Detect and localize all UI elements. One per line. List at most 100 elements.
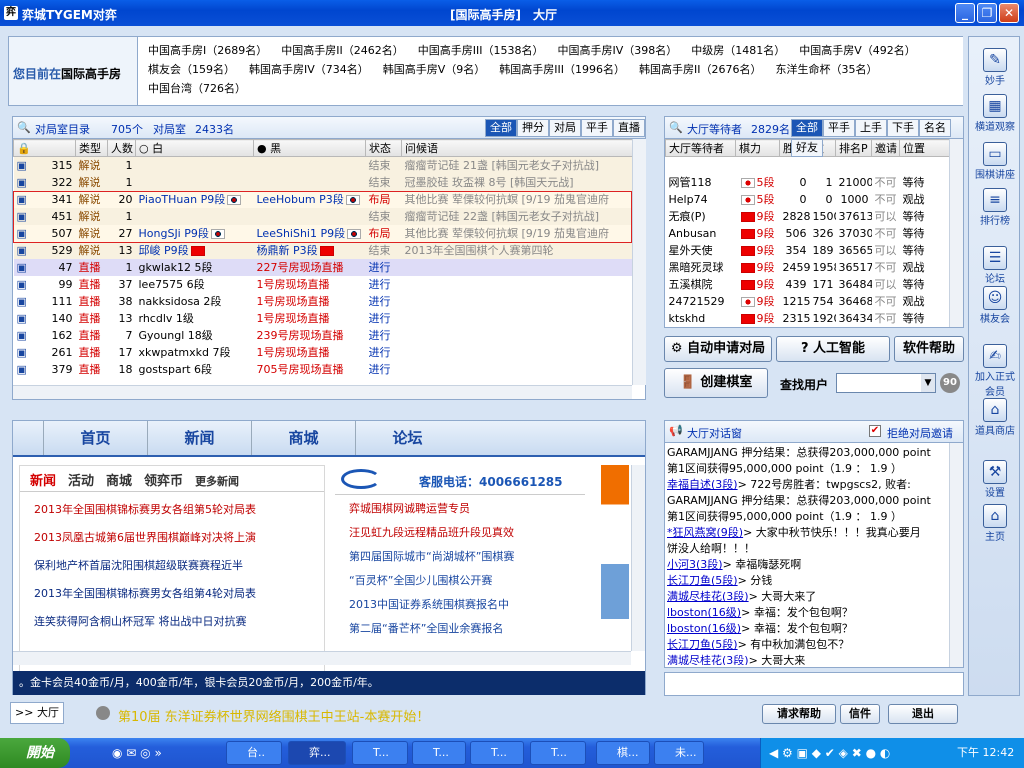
side-lecture-button[interactable]: ▭ 围棋讲座 <box>972 142 1018 181</box>
auto-match-button[interactable]: ⚙ 自动申请对局 <box>664 336 772 362</box>
room-link[interactable]: 东洋生命杯（35名） <box>776 62 878 77</box>
news-nav-item[interactable]: 商城 <box>251 421 355 455</box>
game-row[interactable]: ▣ 261 直播 17 xkwpatmxkd 7段 1号房现场直播 进行 <box>13 343 645 361</box>
chat-username[interactable]: 幸福自述(3段) <box>667 478 738 491</box>
request-help-button[interactable]: 请求帮助 <box>762 704 836 724</box>
game-tab[interactable]: 押分 <box>517 119 549 137</box>
game-row[interactable]: ▣ 162 直播 7 Gyoungl 18级 239号房现场直播 进行 <box>13 326 645 344</box>
waiting-row[interactable]: ktskhd9段2315192036434不可等待 <box>666 310 963 327</box>
game-tab[interactable]: 对局 <box>549 119 581 137</box>
room-link[interactable]: 韩国高手房IV（734名） <box>249 62 369 77</box>
news-link[interactable]: 汪见虹九段远程精品班升段见真效 <box>349 521 571 545</box>
create-room-button[interactable]: 🚪 创建棋室 <box>664 368 768 398</box>
room-link[interactable]: 韩国高手房II（2676名） <box>639 62 761 77</box>
chat-username[interactable]: 满城尽桂花(3段) <box>667 654 749 665</box>
waiting-tab[interactable]: 全部 <box>791 119 823 137</box>
taskbar-task[interactable]: 未... <box>654 741 704 765</box>
news-tab[interactable]: 商城 <box>106 470 132 489</box>
taskbar-task[interactable]: 台.. <box>226 741 282 765</box>
refuse-checkbox[interactable]: ✔ <box>869 425 881 437</box>
tray-icons[interactable]: ◀ ⚙ ▣ ◆ ✔ ◈ ✖ ● ◐ <box>769 738 890 768</box>
game-row[interactable]: ▣ 315 解说 1 结束 瘤瘤苛记硅 21盏 [韩国元老女子对抗战] <box>13 156 645 174</box>
taskbar-task[interactable]: T... <box>470 741 524 765</box>
room-link[interactable]: 中国高手房V（492名） <box>799 43 916 58</box>
room-link[interactable]: 韩国高手房V（9名） <box>383 62 486 77</box>
news-link[interactable]: 弈城围棋网诚聘运营专员 <box>349 497 571 521</box>
ai-button[interactable]: ? 人工智能 <box>776 336 890 362</box>
room-link[interactable]: 韩国高手房III（1996名） <box>499 62 625 77</box>
waiting-row[interactable]: 星外天使 9段 354 189 36565 可以 等待 <box>666 242 963 259</box>
side-board-button[interactable]: ▦ 横道观察 <box>972 94 1018 133</box>
chat-username[interactable]: 长江刀鱼(5段) <box>667 574 738 587</box>
room-link[interactable]: 中国台湾（726名） <box>148 81 246 96</box>
game-row[interactable]: ▣ 322 解说 1 结束 冠墨胶硅 玫盃裸 8号 [韩国天元战] <box>13 173 645 191</box>
waiting-row[interactable]: 24721529 9段 1215 754 36468 不可 观战 <box>666 293 963 310</box>
game-col-header[interactable]: 人数 <box>107 139 136 157</box>
waiting-row[interactable]: 网管118 5段 0 1 21000 不可 等待 <box>666 174 963 191</box>
game-row[interactable]: ▣ 341 解说 20 PiaoTHuan P9段 LeeHobum P3段 布局 其他比赛 … <box>13 190 645 208</box>
taskbar-task[interactable]: T... <box>412 741 466 765</box>
game-row[interactable]: ▣ 379 直播 18 gostspart 6段 705号房现场直播 进行 <box>13 360 645 378</box>
waiting-tab[interactable]: 平手 <box>823 119 855 137</box>
side-home-button[interactable]: ⌂ 主页 <box>972 504 1018 543</box>
lobby-tab[interactable]: >> 大厅 <box>10 702 64 724</box>
waiting-col-header[interactable]: 棋力 <box>735 139 780 157</box>
game-col-header[interactable]: 类型 <box>75 139 108 157</box>
start-button[interactable]: 開始 <box>0 738 70 768</box>
news-link[interactable]: 第二届“番芒杯”全国业余赛报名 <box>349 617 571 641</box>
chat-username[interactable]: lboston(16级) <box>667 622 741 635</box>
maximize-button[interactable]: ❐ <box>977 3 997 23</box>
find-user-input[interactable]: ▼ <box>836 373 936 393</box>
waiting-scrollbar[interactable] <box>949 139 963 327</box>
side-ranking-button[interactable]: ≡ 排行榜 <box>972 188 1018 227</box>
news-nav-item[interactable]: 论坛 <box>355 421 459 455</box>
news-link[interactable]: 连笑获得阿含桐山杯冠军 将出战中日对抗赛 <box>34 608 310 636</box>
news-scrollbar[interactable] <box>631 465 645 651</box>
quicklaunch-icons[interactable]: ◉ ✉ ◎ » <box>112 746 162 760</box>
waiting-row[interactable]: Help74 5段 0 0 1000 不可 观战 <box>666 191 963 208</box>
game-table-scrollbar[interactable] <box>632 139 646 385</box>
chat-scrollbar[interactable] <box>949 443 963 667</box>
software-help-button[interactable]: 软件帮助 <box>894 336 964 362</box>
news-link[interactable]: 2013凤凰古城第6届世界围棋巅峰对决将上演 <box>34 524 310 552</box>
game-row[interactable]: ▣ 507 解说 27 HongSJi P9段 LeeShiShi1 P9段 布局 其他比赛 … <box>13 224 645 242</box>
taskbar-task[interactable]: T... <box>530 741 586 765</box>
chevron-down-icon[interactable]: ▼ <box>921 374 935 392</box>
game-tab[interactable]: 全部 <box>485 119 517 137</box>
game-tab[interactable]: 平手 <box>581 119 613 137</box>
game-row[interactable]: ▣ 47 直播 1 gkwlak12 5段 227号房现场直播 进行 <box>13 258 645 276</box>
news-link[interactable]: 2013年全国围棋锦标赛男女各组第4轮对局表 <box>34 580 310 608</box>
waiting-tab[interactable]: 下手 <box>887 119 919 137</box>
waiting-row[interactable]: 五溪棋院 9段 439 171 36484 可以 等待 <box>666 276 963 293</box>
news-link[interactable]: 保利地产杯首届沈阳围棋超级联赛赛程近半 <box>34 552 310 580</box>
chat-input[interactable] <box>664 672 964 696</box>
taskbar-task[interactable]: 弈... <box>288 741 346 765</box>
news-tab[interactable]: 更多新闻 <box>195 473 239 489</box>
room-link[interactable]: 中国高手房I（2689名） <box>148 43 267 58</box>
chat-username[interactable]: 小河3(3段) <box>667 558 723 571</box>
close-button[interactable]: ✕ <box>999 3 1019 23</box>
waiting-row[interactable]: Anbusan 9段 506 326 37030 不可 等待 <box>666 225 963 242</box>
exit-button[interactable]: 退出 <box>888 704 958 724</box>
side-shop-button[interactable]: ⌂ 道具商店 <box>972 398 1018 437</box>
go-button[interactable]: 90 <box>940 373 960 393</box>
waiting-tab[interactable]: 好友 <box>791 139 823 157</box>
side-settings-button[interactable]: ⚒ 设置 <box>972 460 1018 499</box>
game-table-hscrollbar[interactable] <box>13 385 632 399</box>
side-member-button[interactable]: ✍ 加入正式会员 <box>972 344 1018 398</box>
news-link[interactable]: “百灵杯”全国少儿围棋公开赛 <box>349 569 571 593</box>
waiting-row[interactable]: 黑暗死灵球9段2459195836517不可观战 <box>666 259 963 276</box>
room-link[interactable]: 中国高手房II（2462名） <box>281 43 403 58</box>
game-tab[interactable]: 直播 <box>613 119 645 137</box>
room-link[interactable]: 棋友会（159名） <box>148 62 235 77</box>
game-row[interactable]: ▣ 99 直播 37 lee7575 6段 1号房现场直播 进行 <box>13 275 645 293</box>
minimize-button[interactable]: _ <box>955 3 975 23</box>
side-tesuji-button[interactable]: ✎ 妙手 <box>972 48 1018 87</box>
news-link[interactable]: 2013中国证券系统围棋赛报名中 <box>349 593 571 617</box>
taskbar-task[interactable]: 棋... <box>596 741 650 765</box>
chat-username[interactable]: 满城尽桂花(3段) <box>667 590 749 603</box>
game-row[interactable]: ▣ 140 直播 13 rhcdlv 1级 1号房现场直播 进行 <box>13 309 645 327</box>
chat-username[interactable]: 长江刀鱼(5段) <box>667 638 738 651</box>
side-friends-button[interactable]: ☺ 棋友会 <box>972 286 1018 325</box>
game-col-header[interactable]: 状态 <box>365 139 402 157</box>
